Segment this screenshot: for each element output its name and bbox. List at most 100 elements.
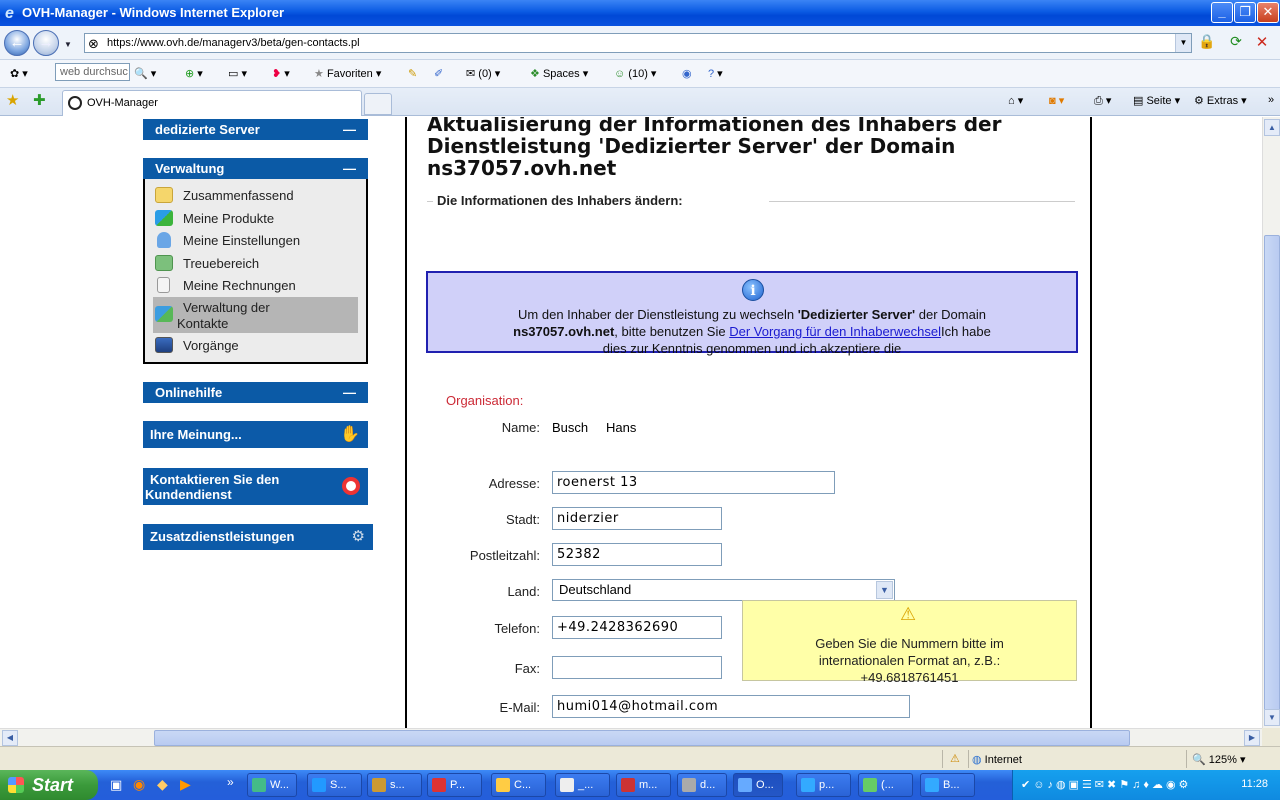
favorites-button[interactable]: ★ Favoriten ▾ bbox=[314, 65, 381, 83]
horizontal-scroll-thumb[interactable] bbox=[154, 730, 1130, 746]
tray-icons[interactable]: ✔☺♪◍▣☰✉✖⚑♫♦☁◉⚙ bbox=[1021, 778, 1191, 791]
taskbar-item[interactable]: p... bbox=[796, 773, 851, 797]
add-favorite-icon[interactable]: ✚ bbox=[33, 91, 46, 109]
maximize-button[interactable]: ❐ bbox=[1234, 2, 1256, 23]
taskbar-item[interactable]: W... bbox=[247, 773, 297, 797]
scroll-down-icon[interactable]: ▼ bbox=[1264, 709, 1280, 726]
spaces-button[interactable]: ❖ Spaces ▾ bbox=[530, 65, 588, 83]
collapse-icon[interactable]: — bbox=[343, 382, 356, 403]
tools-menu[interactable]: ⚙ Extras ▾ bbox=[1194, 94, 1247, 107]
quicklaunch-firefox-icon[interactable]: ◉ bbox=[133, 776, 145, 793]
app-icon bbox=[925, 778, 939, 792]
sidebar-item-loyalty[interactable]: Treuebereich bbox=[153, 253, 358, 275]
collapse-icon[interactable]: — bbox=[343, 158, 356, 179]
forward-button[interactable]: → bbox=[33, 30, 59, 56]
stop-icon[interactable]: ✕ bbox=[1252, 33, 1272, 53]
print-icon[interactable]: ⎙ ▾ bbox=[1094, 94, 1111, 108]
tab-ovh-manager[interactable]: OVH-Manager bbox=[62, 90, 362, 116]
city-field[interactable]: niderzier bbox=[552, 507, 722, 530]
sidebar-section-dedicated-server[interactable]: dedizierte Server — bbox=[143, 119, 368, 140]
protected-mode-icon[interactable]: ⚠ bbox=[950, 752, 960, 765]
vertical-scrollbar[interactable]: ▲ ▼ bbox=[1262, 117, 1280, 728]
scroll-right-icon[interactable]: ▶ bbox=[1244, 730, 1260, 746]
collapse-icon[interactable]: — bbox=[343, 119, 356, 140]
fax-field[interactable] bbox=[552, 656, 722, 679]
toolbar-overflow-icon[interactable]: » bbox=[1268, 94, 1274, 106]
quicklaunch-more-icon[interactable]: » bbox=[227, 775, 234, 789]
zoom-control[interactable]: 🔍 125% ▾ bbox=[1192, 753, 1245, 766]
address-field[interactable]: roenerst 13 bbox=[552, 471, 835, 494]
mail-button[interactable]: ✉ (0) ▾ bbox=[466, 65, 500, 83]
zip-field[interactable]: 52382 bbox=[552, 543, 722, 566]
zip-label: Postleitzahl: bbox=[469, 548, 540, 563]
sidebar-item-invoices[interactable]: Meine Rechnungen bbox=[153, 275, 358, 297]
windows-live-icon[interactable]: ✿ ▾ bbox=[10, 65, 28, 83]
taskbar-item[interactable]: _... bbox=[555, 773, 610, 797]
scroll-left-icon[interactable]: ◀ bbox=[2, 730, 18, 746]
taskbar-item[interactable]: m... bbox=[616, 773, 671, 797]
window-icon[interactable]: ▭ ▾ bbox=[228, 65, 247, 83]
help-icon[interactable]: ? ▾ bbox=[708, 65, 723, 83]
back-button[interactable]: ← bbox=[4, 30, 30, 56]
sidebar-item-tasks[interactable]: Vorgänge bbox=[153, 335, 358, 357]
owner-change-link[interactable]: Der Vorgang für den Inhaberwechsel bbox=[729, 324, 941, 339]
taskbar-item[interactable]: (... bbox=[858, 773, 913, 797]
additional-services-button[interactable]: Zusatzdienstleistungen ⚙ bbox=[143, 524, 373, 550]
refresh-icon[interactable]: ⟳ bbox=[1226, 33, 1246, 53]
windows-taskbar: Start ▣ ◉ ◆ ▶ » W... S... s... P... C...… bbox=[0, 770, 1280, 800]
quicklaunch-app-icon[interactable]: ◆ bbox=[157, 776, 168, 793]
tab-label: OVH-Manager bbox=[87, 97, 158, 109]
email-field[interactable]: humi014@hotmail.com bbox=[552, 695, 910, 718]
sidebar-item-contacts[interactable]: Verwaltung der Kontakte bbox=[153, 297, 358, 333]
scroll-up-icon[interactable]: ▲ bbox=[1264, 119, 1280, 136]
sidebar-item-settings[interactable]: Meine Einstellungen bbox=[153, 230, 358, 252]
quicklaunch-desktop-icon[interactable]: ▣ bbox=[110, 777, 122, 793]
highlight-icon[interactable]: ❥ ▾ bbox=[272, 65, 290, 83]
info-line1: Um den Inhaber der Dienstleistung zu wec… bbox=[428, 306, 1076, 323]
chevron-down-icon[interactable]: ▼ bbox=[876, 581, 893, 599]
taskbar-item-active[interactable]: O... bbox=[733, 773, 783, 797]
taskbar-item[interactable]: d... bbox=[677, 773, 727, 797]
taskbar-item[interactable]: s... bbox=[367, 773, 422, 797]
add-icon[interactable]: ⊕ ▾ bbox=[185, 65, 203, 83]
start-button[interactable]: Start bbox=[0, 770, 98, 800]
url-dropdown-icon[interactable]: ▼ bbox=[1175, 34, 1191, 52]
security-zone[interactable]: ◍ Internet bbox=[972, 753, 1022, 766]
sidebar-section-help[interactable]: Onlinehilfe — bbox=[143, 382, 368, 403]
url-field[interactable]: ⊗ https://www.ovh.de/managerv3/beta/gen-… bbox=[84, 33, 1192, 53]
favorites-star-icon[interactable]: ★ bbox=[6, 91, 19, 109]
home-icon[interactable]: ⌂ ▾ bbox=[1008, 94, 1023, 107]
search-go-icon[interactable]: 🔍 ▾ bbox=[134, 65, 156, 83]
invoice-icon bbox=[157, 277, 170, 293]
feeds-icon[interactable]: ◙ ▾ bbox=[1049, 94, 1064, 107]
edit-icon[interactable]: ✐ bbox=[434, 65, 443, 83]
notepad-icon bbox=[560, 778, 574, 792]
quicklaunch-media-icon[interactable]: ▶ bbox=[180, 776, 191, 793]
sidebar-item-products[interactable]: Meine Produkte bbox=[153, 208, 358, 230]
contacts-button[interactable]: ☺ (10) ▾ bbox=[614, 65, 656, 83]
sidebar-item-summary[interactable]: Zusammenfassend bbox=[153, 185, 358, 207]
task-label: (... bbox=[881, 779, 894, 791]
country-select[interactable]: Deutschland ▼ bbox=[552, 579, 895, 601]
close-button[interactable]: ✕ bbox=[1257, 2, 1279, 23]
feedback-button[interactable]: Ihre Meinung... ✋ bbox=[143, 421, 368, 448]
pen-icon[interactable]: ✎ bbox=[408, 65, 417, 83]
taskbar-item[interactable]: S... bbox=[307, 773, 362, 797]
taskbar-item[interactable]: C... bbox=[491, 773, 546, 797]
history-dropdown-icon[interactable]: ▼ bbox=[64, 40, 72, 49]
phone-field[interactable]: +49.2428362690 bbox=[552, 616, 722, 639]
vertical-scroll-thumb[interactable] bbox=[1264, 235, 1280, 721]
taskbar-item[interactable]: P... bbox=[427, 773, 482, 797]
taskbar-item[interactable]: B... bbox=[920, 773, 975, 797]
contact-support-button[interactable]: Kontaktieren Sie den Kundendienst bbox=[143, 468, 368, 505]
page-menu[interactable]: ▤ Seite ▾ bbox=[1133, 94, 1180, 107]
minimize-button[interactable]: _ bbox=[1211, 2, 1233, 23]
app-icon bbox=[432, 778, 446, 792]
sidebar-section-verwaltung[interactable]: Verwaltung — bbox=[143, 158, 368, 179]
lock-icon[interactable]: 🔒 bbox=[1197, 33, 1217, 53]
clock[interactable]: 11:28 bbox=[1241, 778, 1268, 790]
new-tab-button[interactable] bbox=[364, 93, 392, 115]
toolbar-search-input[interactable]: web durchsuc bbox=[55, 63, 130, 81]
messenger-icon[interactable]: ◉ bbox=[682, 65, 692, 83]
horizontal-scrollbar[interactable]: ◀ ▶ bbox=[0, 728, 1262, 746]
